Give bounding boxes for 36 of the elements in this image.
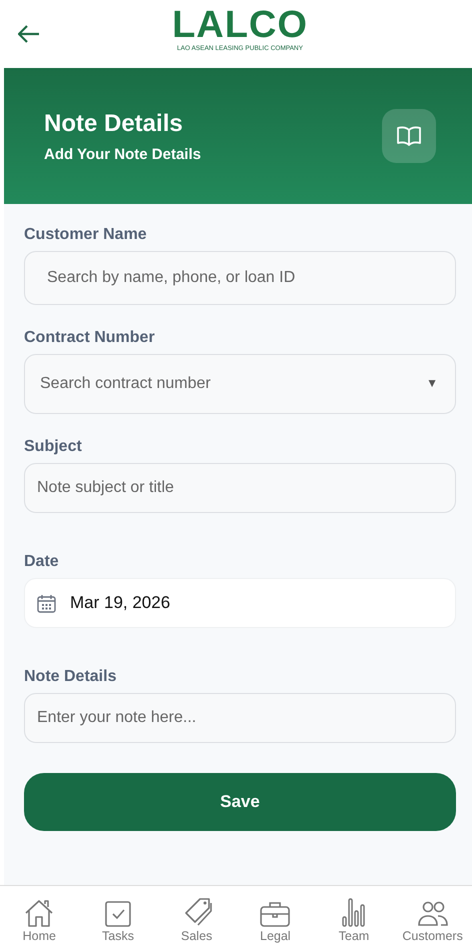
checkbox-icon [104,901,131,927]
field-label: Customer Name [24,226,148,244]
input-field[interactable]: Note subject or title [24,463,456,513]
save-button[interactable]: Save [24,773,456,831]
nav-label: Tasks [102,929,134,943]
page-subtitle: Add Your Note Details [44,146,201,162]
date-field[interactable]: Mar 19, 2026 [24,578,456,628]
nav-label: Home [22,929,56,943]
field-label: Contract Number [24,329,156,347]
nav-label: Legal [260,929,291,943]
field-label: Note Details [24,668,118,686]
briefcase-icon [260,901,290,927]
date-value: Mar 19, 2026 [70,593,170,613]
caret-icon: ▼ [426,376,438,390]
nav-tab[interactable]: Customers [398,901,468,943]
page-title: Note Details [44,110,184,138]
book-button[interactable] [382,109,436,163]
nav-label: Team [338,929,370,943]
bar-chart-icon [342,897,366,927]
nav-tab[interactable]: Tasks [82,901,153,943]
nav-tab[interactable]: Team [318,897,389,943]
input-field[interactable]: Enter your note here... [24,693,456,743]
nav-tab[interactable]: Sales [162,897,232,943]
home-icon [24,899,54,927]
nav-tab[interactable]: Legal [240,901,310,943]
people-icon [416,901,449,927]
nav-label: Sales [181,929,212,943]
back-arrow-icon[interactable] [18,25,40,43]
nav-label: Customers [402,929,463,943]
nav-tab[interactable]: Home [4,899,74,943]
book-icon [396,125,422,147]
field-label: Date [24,553,60,571]
calendar-icon [37,594,56,612]
field-label: Subject [24,438,83,456]
input-field[interactable]: Search by name, phone, or loan ID [24,251,456,305]
logo: LALCO [172,6,308,44]
